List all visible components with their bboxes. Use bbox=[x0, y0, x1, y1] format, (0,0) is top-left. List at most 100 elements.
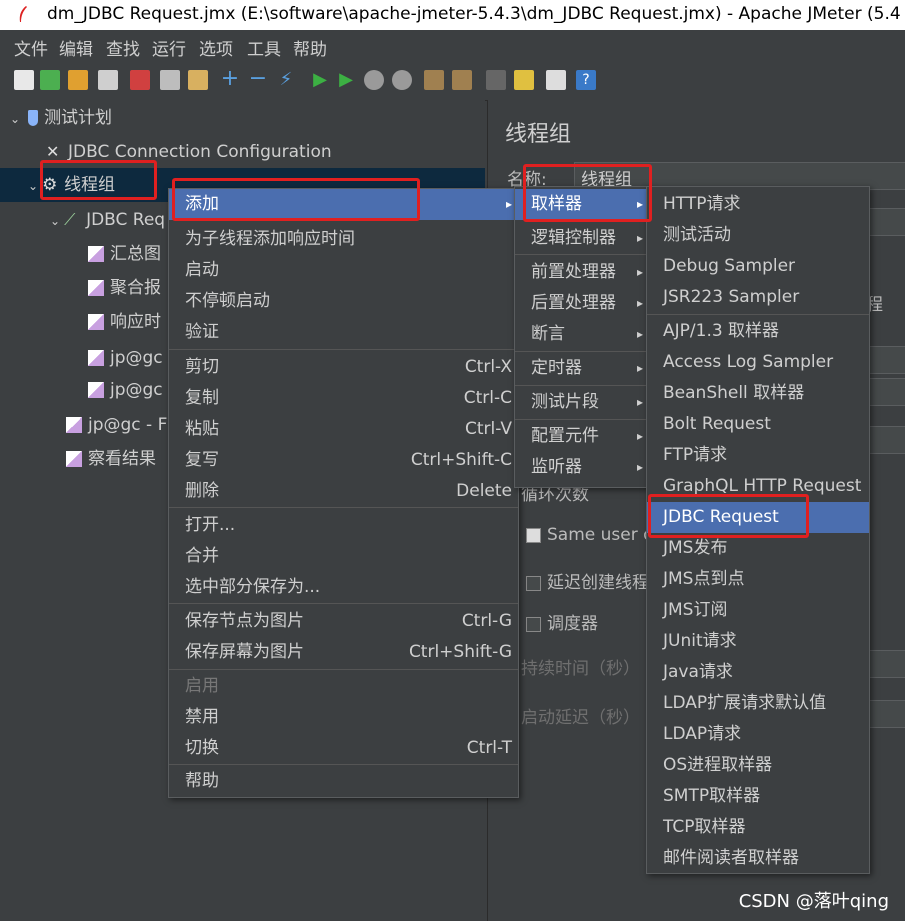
templates-icon[interactable] bbox=[40, 70, 60, 90]
menu-separator bbox=[169, 349, 518, 350]
checkbox-icon[interactable] bbox=[526, 575, 541, 591]
menu-help[interactable]: 帮助 bbox=[293, 35, 327, 60]
menu-item-save-selection[interactable]: 选中部分保存为... bbox=[169, 572, 518, 603]
search-icon[interactable] bbox=[486, 70, 506, 90]
open-icon[interactable] bbox=[68, 70, 88, 90]
menu-item-delete[interactable]: 删除 Delete bbox=[169, 476, 518, 507]
menu-item-toggle[interactable]: 切换 Ctrl-T bbox=[169, 733, 518, 764]
menu-item-save-screen-image[interactable]: 保存屏幕为图片 Ctrl+Shift-G bbox=[169, 637, 518, 668]
chevron-down-icon[interactable]: ⌄ bbox=[50, 214, 60, 228]
sampler-ajp[interactable]: AJP/1.3 取样器 bbox=[647, 316, 869, 347]
menu-item-open[interactable]: 打开... bbox=[169, 510, 518, 541]
stop-icon[interactable] bbox=[364, 70, 384, 90]
toggle-icon[interactable]: ⚡ bbox=[276, 70, 296, 90]
chevron-down-icon[interactable]: ⌄ bbox=[28, 179, 38, 193]
menu-item-disable[interactable]: 禁用 bbox=[169, 702, 518, 733]
sampler-ldap-ext[interactable]: LDAP扩展请求默认值 bbox=[647, 688, 869, 719]
tree-item-jdbc-request[interactable]: ⌄ ⟋ JDBC Req bbox=[50, 206, 165, 234]
submenu-item-timer[interactable]: 定时器 ▸ bbox=[515, 353, 649, 384]
menu-edit[interactable]: 编辑 bbox=[59, 35, 93, 60]
submenu-item-assertion[interactable]: 断言 ▸ bbox=[515, 319, 649, 350]
menu-options[interactable]: 选项 bbox=[199, 35, 233, 60]
sampler-access-log[interactable]: Access Log Sampler bbox=[647, 347, 869, 378]
tree-item-listener[interactable]: jp@gc bbox=[88, 344, 163, 372]
startup-delay-field[interactable] bbox=[868, 700, 905, 728]
submenu-item-pre-processor[interactable]: 前置处理器 ▸ bbox=[515, 257, 649, 288]
sampler-mail-reader[interactable]: 邮件阅读者取样器 bbox=[647, 843, 869, 874]
paste-icon[interactable] bbox=[188, 70, 208, 90]
menu-item-merge[interactable]: 合并 bbox=[169, 541, 518, 572]
copy-icon[interactable] bbox=[160, 70, 180, 90]
submenu-item-post-processor[interactable]: 后置处理器 ▸ bbox=[515, 288, 649, 319]
sampler-debug[interactable]: Debug Sampler bbox=[647, 251, 869, 282]
sampler-beanshell[interactable]: BeanShell 取样器 bbox=[647, 378, 869, 409]
help-icon[interactable]: ? bbox=[576, 70, 596, 90]
menu-item-paste[interactable]: 粘贴 Ctrl-V bbox=[169, 414, 518, 445]
menu-run[interactable]: 运行 bbox=[152, 35, 186, 60]
menu-item-duplicate[interactable]: 复写 Ctrl+Shift-C bbox=[169, 445, 518, 476]
menu-item-save-node-image[interactable]: 保存节点为图片 Ctrl-G bbox=[169, 606, 518, 637]
checkbox-icon[interactable] bbox=[526, 616, 541, 632]
shutdown-icon[interactable] bbox=[392, 70, 412, 90]
submenu-item-listener[interactable]: 监听器 ▸ bbox=[515, 452, 649, 483]
reset-search-icon[interactable] bbox=[514, 70, 534, 90]
sampler-ftp[interactable]: FTP请求 bbox=[647, 440, 869, 471]
start-icon[interactable]: ▶ bbox=[310, 70, 330, 90]
sampler-java[interactable]: Java请求 bbox=[647, 657, 869, 688]
menu-item-start-no-pause[interactable]: 不停顿启动 bbox=[169, 286, 518, 317]
menu-item-cut[interactable]: 剪切 Ctrl-X bbox=[169, 352, 518, 383]
tree-label: jp@gc - F bbox=[88, 415, 168, 435]
sampler-jms-p2p[interactable]: JMS点到点 bbox=[647, 564, 869, 595]
sampler-junit[interactable]: JUnit请求 bbox=[647, 626, 869, 657]
menu-tools[interactable]: 工具 bbox=[247, 35, 281, 60]
sampler-os-process[interactable]: OS进程取样器 bbox=[647, 750, 869, 781]
menu-item-validate[interactable]: 验证 bbox=[169, 317, 518, 348]
sampler-tcp[interactable]: TCP取样器 bbox=[647, 812, 869, 843]
save-icon[interactable] bbox=[98, 70, 118, 90]
menu-item-copy[interactable]: 复制 Ctrl-C bbox=[169, 383, 518, 414]
function-helper-icon[interactable] bbox=[546, 70, 566, 90]
sampler-jms-subscriber[interactable]: JMS订阅 bbox=[647, 595, 869, 626]
collapse-icon[interactable]: − bbox=[248, 68, 268, 90]
submenu-item-logic-controller[interactable]: 逻辑控制器 ▸ bbox=[515, 223, 649, 254]
sampler-http-request[interactable]: HTTP请求 bbox=[647, 189, 869, 220]
sampler-ldap[interactable]: LDAP请求 bbox=[647, 719, 869, 750]
same-user-checkbox[interactable]: Same user o bbox=[526, 525, 654, 545]
submenu-item-config-element[interactable]: 配置元件 ▸ bbox=[515, 421, 649, 452]
tree-item-test-plan[interactable]: ⌄ 测试计划 bbox=[10, 104, 112, 132]
menu-search[interactable]: 查找 bbox=[106, 35, 140, 60]
submenu-item-test-fragment[interactable]: 测试片段 ▸ bbox=[515, 387, 649, 418]
clear-all-icon[interactable] bbox=[452, 70, 472, 90]
threads-field[interactable] bbox=[868, 346, 905, 374]
tree-item-listener[interactable]: 汇总图 bbox=[88, 240, 161, 268]
checkbox-checked-icon[interactable] bbox=[526, 527, 541, 543]
tree-label: 汇总图 bbox=[110, 244, 161, 264]
delay-create-checkbox[interactable]: 延迟创建线程 bbox=[526, 568, 649, 593]
sampler-test-action[interactable]: 测试活动 bbox=[647, 220, 869, 251]
new-icon[interactable] bbox=[14, 70, 34, 90]
duration-field[interactable] bbox=[868, 650, 905, 678]
tree-item-listener[interactable]: 聚合报 bbox=[88, 274, 161, 302]
menu-item-start[interactable]: 启动 bbox=[169, 255, 518, 286]
ramp-up-field[interactable] bbox=[868, 378, 905, 406]
tree-item-view-results[interactable]: 察看结果 bbox=[66, 445, 156, 473]
sampler-bolt[interactable]: Bolt Request bbox=[647, 409, 869, 440]
cut-icon[interactable] bbox=[130, 70, 150, 90]
tree-item-listener[interactable]: jp@gc bbox=[88, 376, 163, 404]
loop-field[interactable] bbox=[868, 426, 905, 454]
window-title-bar: dm_JDBC Request.jmx (E:\software\apache-… bbox=[0, 0, 905, 30]
expand-icon[interactable]: + bbox=[220, 68, 240, 90]
menu-separator bbox=[647, 314, 869, 315]
start-no-pause-icon[interactable]: ▶ bbox=[336, 70, 356, 90]
sampler-jsr223[interactable]: JSR223 Sampler bbox=[647, 282, 869, 313]
comment-field[interactable] bbox=[868, 208, 905, 236]
menu-item-add-response-time[interactable]: 为子线程添加响应时间 bbox=[169, 224, 518, 255]
scheduler-checkbox[interactable]: 调度器 bbox=[526, 609, 598, 634]
tree-item-listener[interactable]: 响应时 bbox=[88, 308, 161, 336]
clear-icon[interactable] bbox=[424, 70, 444, 90]
tree-item-listener[interactable]: jp@gc - F bbox=[66, 411, 167, 439]
chevron-down-icon[interactable]: ⌄ bbox=[10, 112, 20, 126]
menu-file[interactable]: 文件 bbox=[14, 35, 48, 60]
sampler-smtp[interactable]: SMTP取样器 bbox=[647, 781, 869, 812]
menu-item-help[interactable]: 帮助 bbox=[169, 766, 518, 797]
